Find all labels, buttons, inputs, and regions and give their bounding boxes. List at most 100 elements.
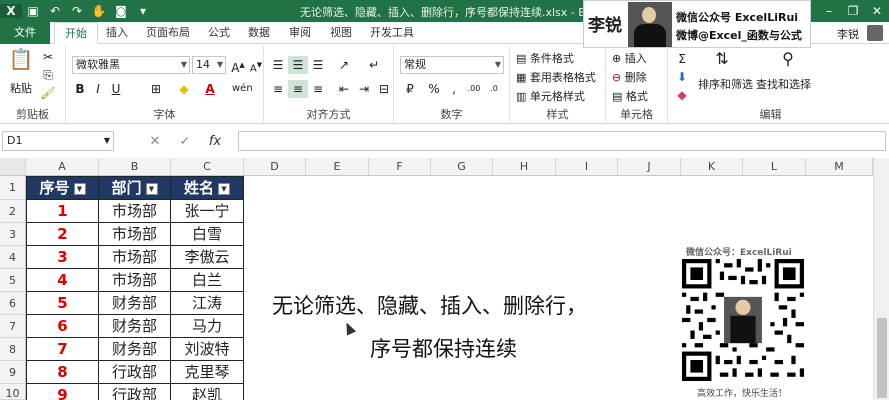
row-header[interactable]: 9 [0,361,26,384]
table-cell-name[interactable]: 江涛 [171,292,244,315]
shrink-font-icon[interactable]: A▼ [246,56,266,74]
number-format-combo[interactable]: 常规 ▼ [400,56,504,74]
redo-icon[interactable]: ↷ [66,4,88,18]
conditional-format-button[interactable]: ▤ 条件格式 [516,50,574,66]
user-name[interactable]: 李锐 [837,26,859,42]
underline-button[interactable]: U [106,80,126,98]
close-icon[interactable]: ✕ [865,0,889,22]
column-header-m[interactable]: M [806,158,873,176]
table-cell-name[interactable]: 白雪 [171,223,244,246]
enter-icon[interactable]: ✓ [170,134,200,149]
table-cell-name[interactable]: 白兰 [171,269,244,292]
minimize-icon[interactable]: – [817,0,841,22]
column-header-c[interactable]: C [171,158,244,176]
table-cell-seq[interactable]: 5 [26,292,99,315]
decrease-indent-icon[interactable]: ⇤ [334,80,354,98]
row-header[interactable]: 2 [0,200,26,223]
align-top-icon[interactable]: ☰ [268,56,288,74]
insert-function-icon[interactable]: fx [200,134,230,149]
row-header[interactable]: 5 [0,269,26,292]
increase-indent-icon[interactable]: ⇥ [354,80,374,98]
save-icon[interactable]: ▣ [22,4,44,18]
currency-icon[interactable]: ₽ [400,80,420,98]
avatar[interactable] [867,25,883,41]
format-painter-icon[interactable]: 🖌 [38,84,58,102]
tab-view[interactable]: 视图 [320,22,362,44]
table-cell-name[interactable]: 克里琴 [171,361,244,384]
tab-home[interactable]: 开始 [54,22,98,44]
vertical-scrollbar[interactable] [873,158,889,400]
table-cell-dept[interactable]: 行政部 [99,384,171,400]
fill-color-icon[interactable]: ◆ [174,80,194,98]
tab-insert[interactable]: 插入 [96,22,138,44]
sort-filter-button[interactable]: 排序和筛选 [698,76,753,92]
column-header-d[interactable]: D [244,158,306,176]
decrease-decimal-icon[interactable]: .0 [484,80,504,98]
table-cell-dept[interactable]: 财务部 [99,292,171,315]
orientation-icon[interactable]: ↗ [334,56,354,74]
tab-data[interactable]: 数据 [238,22,280,44]
table-cell-seq[interactable]: 4 [26,269,99,292]
table-header-cell[interactable]: 序号 ▼ [26,176,99,200]
row-header[interactable]: 1 [0,176,26,200]
table-cell-seq[interactable]: 1 [26,200,99,223]
touch-mode-icon[interactable]: ✋ [88,4,110,18]
table-cell-dept[interactable]: 财务部 [99,338,171,361]
column-header-i[interactable]: I [556,158,618,176]
font-color-icon[interactable]: A [200,80,220,98]
binoculars-icon[interactable]: ⚲ [776,50,800,74]
cut-icon[interactable]: ✂ [38,48,58,66]
filter-dropdown-icon[interactable]: ▼ [145,182,158,195]
comma-style-icon[interactable]: , [444,80,464,98]
formula-input[interactable] [238,131,886,151]
format-as-table-button[interactable]: ▦ 套用表格格式 [516,69,596,85]
filter-dropdown-icon[interactable]: ▼ [73,182,86,195]
column-header-g[interactable]: G [431,158,493,176]
borders-icon[interactable]: ⊞ [146,80,166,98]
format-cells-button[interactable]: ▤ 格式 [612,88,648,104]
restore-icon[interactable]: ❐ [841,0,865,22]
table-cell-dept[interactable]: 财务部 [99,315,171,338]
customize-qat-icon[interactable]: ▾ [132,4,154,18]
tab-developer[interactable]: 开发工具 [360,22,424,44]
column-header-e[interactable]: E [306,158,369,176]
filter-dropdown-icon[interactable]: ▼ [218,182,230,195]
undo-icon[interactable]: ↶ [44,4,66,18]
align-right-icon[interactable]: ≡ [308,80,328,98]
align-left-icon[interactable]: ≡ [268,80,288,98]
table-cell-seq[interactable]: 7 [26,338,99,361]
cell-styles-button[interactable]: ▥ 单元格样式 [516,88,585,104]
column-header-k[interactable]: K [681,158,743,176]
find-select-button[interactable]: 查找和选择 [756,76,811,92]
camera-icon[interactable]: ◙ [110,4,132,18]
wrap-text-icon[interactable]: ↵ [364,56,384,74]
cancel-icon[interactable]: ✕ [140,134,170,149]
table-header-cell[interactable]: 姓名 ▼ [171,176,244,200]
table-cell-dept[interactable]: 市场部 [99,269,171,292]
sort-filter-icon[interactable]: ⇅ [710,50,734,74]
table-cell-name[interactable]: 赵凯 [171,384,244,400]
column-header-f[interactable]: F [369,158,431,176]
clear-icon[interactable]: ◆ [672,86,692,104]
table-cell-seq[interactable]: 2 [26,223,99,246]
align-center-icon[interactable]: ≡ [288,80,308,98]
tab-review[interactable]: 审阅 [279,22,321,44]
table-cell-dept[interactable]: 市场部 [99,200,171,223]
table-cell-seq[interactable]: 6 [26,315,99,338]
table-cell-seq[interactable]: 8 [26,361,99,384]
tab-formulas[interactable]: 公式 [198,22,240,44]
select-all-corner[interactable] [0,158,26,176]
tab-file[interactable]: 文件 [0,22,50,44]
bold-button[interactable]: B [70,80,90,98]
fill-icon[interactable]: ⬇ [672,68,692,86]
insert-cells-button[interactable]: ⊕ 插入 [612,50,647,66]
font-size-combo[interactable]: 14 ▼ [192,56,226,74]
table-cell-name[interactable]: 马力 [171,315,244,338]
increase-decimal-icon[interactable]: .00 [464,80,484,98]
align-bottom-icon[interactable]: ☰ [308,56,328,74]
grow-font-icon[interactable]: A▲ [228,56,248,75]
column-header-a[interactable]: A [26,158,99,176]
name-box[interactable]: D1 ▼ [2,131,114,151]
font-name-combo[interactable]: 微软雅黑 ▼ [72,56,190,74]
table-cell-dept[interactable]: 市场部 [99,223,171,246]
